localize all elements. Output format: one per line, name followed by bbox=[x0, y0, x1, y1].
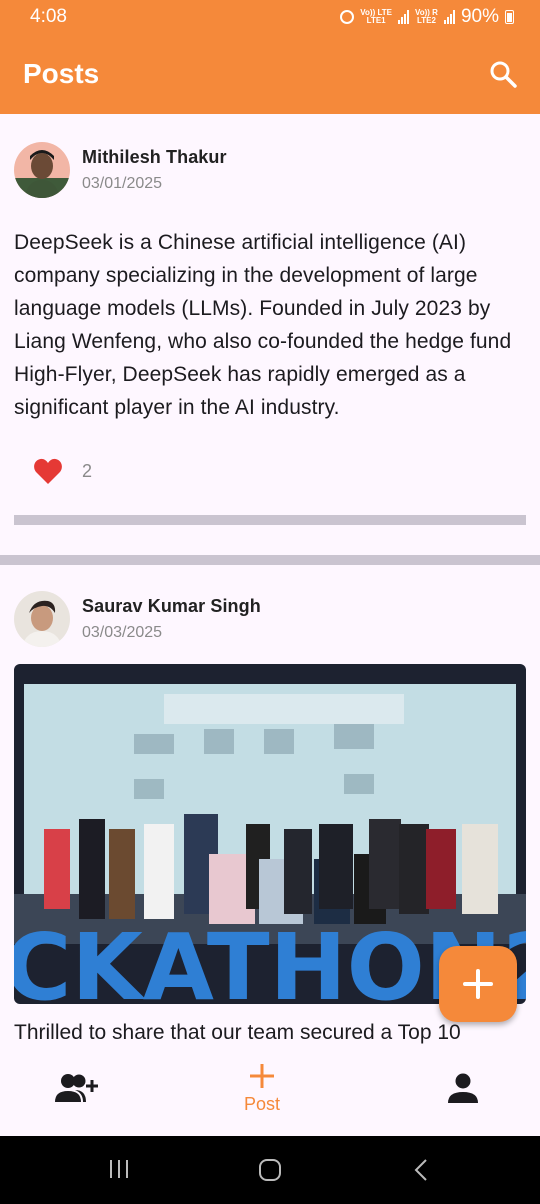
divider bbox=[0, 555, 540, 565]
volte2-icon: Vo)) R LTE2 bbox=[415, 8, 438, 25]
post-header: Mithilesh Thakur 03/01/2025 bbox=[0, 114, 540, 198]
system-nav-bar bbox=[0, 1136, 540, 1204]
nav-post[interactable]: Post bbox=[244, 1062, 280, 1115]
author-name: Saurav Kumar Singh bbox=[82, 596, 261, 616]
status-time: 4:08 bbox=[30, 6, 67, 27]
alarm-icon bbox=[340, 10, 355, 24]
battery-percent: 90% bbox=[460, 6, 499, 27]
battery-icon bbox=[505, 10, 514, 24]
person-icon bbox=[448, 1073, 478, 1103]
post-date: 03/03/2025 bbox=[82, 624, 163, 641]
add-user-icon bbox=[55, 1074, 98, 1102]
signal1-icon bbox=[398, 10, 409, 24]
signal2-icon bbox=[443, 10, 455, 24]
likes-row: 2 bbox=[0, 457, 540, 485]
avatar[interactable] bbox=[14, 142, 70, 198]
search-icon bbox=[490, 61, 517, 88]
post-date: 03/01/2025 bbox=[82, 175, 163, 192]
post-card: Mithilesh Thakur 03/01/2025 DeepSeek is … bbox=[0, 114, 540, 565]
app-bar: Posts bbox=[0, 34, 540, 114]
plus-icon bbox=[250, 1064, 275, 1088]
heart-icon[interactable] bbox=[33, 457, 63, 485]
search-button[interactable] bbox=[488, 59, 518, 89]
avatar[interactable] bbox=[14, 591, 70, 647]
home-icon[interactable] bbox=[258, 1158, 282, 1182]
volte1-icon: Vo)) LTE LTE1 bbox=[360, 8, 392, 25]
status-icons: Vo)) LTE LTE1 Vo)) R LTE2 90% bbox=[340, 6, 514, 28]
author-name: Mithilesh Thakur bbox=[82, 147, 227, 167]
bottom-nav: Post bbox=[0, 1046, 540, 1136]
back-icon[interactable] bbox=[412, 1158, 432, 1182]
plus-icon bbox=[463, 969, 493, 999]
divider bbox=[14, 515, 526, 525]
nav-profile[interactable] bbox=[447, 1072, 479, 1104]
likes-count: 2 bbox=[82, 460, 93, 481]
nav-add-user[interactable] bbox=[55, 1072, 99, 1104]
post-header: Saurav Kumar Singh 03/03/2025 bbox=[0, 565, 540, 647]
posts-feed[interactable]: Mithilesh Thakur 03/01/2025 DeepSeek is … bbox=[0, 114, 540, 1046]
post-text: DeepSeek is a Chinese artificial intelli… bbox=[14, 231, 512, 419]
status-bar: 4:08 Vo)) LTE LTE1 Vo)) R LTE2 90% bbox=[0, 0, 540, 34]
page-title: Posts bbox=[23, 58, 100, 89]
recents-icon[interactable] bbox=[108, 1158, 130, 1180]
add-post-fab[interactable] bbox=[439, 946, 517, 1022]
nav-post-label: Post bbox=[244, 1094, 281, 1114]
